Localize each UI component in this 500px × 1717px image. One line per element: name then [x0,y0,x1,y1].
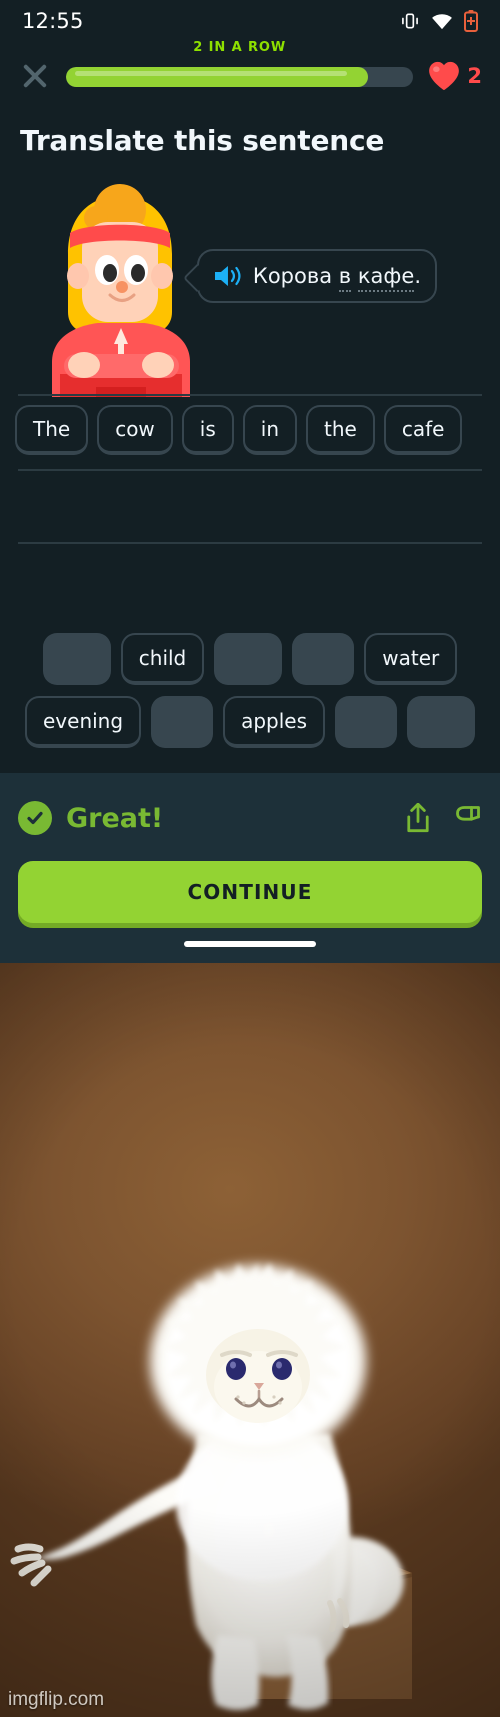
answer-line-2 [18,469,482,471]
streak-label: 2 IN A ROW [193,40,287,55]
imgflip-watermark: imgflip.com [8,1689,105,1710]
continue-button-label: CONTINUE [187,880,313,904]
hearts-count: 2 [467,64,482,88]
word-bank-tile[interactable]: evening [25,696,142,748]
answer-tile[interactable]: The [15,405,89,455]
word-bank-tile-used [214,633,283,685]
photo-vignette [0,963,500,1717]
answer-tile[interactable]: in [242,405,298,455]
feedback-footer: Great! CONTINUE [0,773,500,963]
speaker-icon[interactable] [213,263,243,289]
heart-icon [429,61,460,91]
flag-icon[interactable] [454,804,482,832]
vibrate-icon [402,13,418,29]
check-circle-icon [18,801,52,835]
word-bank-tile[interactable]: water [364,633,458,685]
word-bank-tile[interactable]: child [120,633,205,685]
battery-icon [464,10,478,32]
bubble-word-1: Корова [252,264,333,288]
check-mark-icon [27,811,43,825]
status-icons [400,10,478,32]
continue-button[interactable]: CONTINUE [18,861,482,923]
progress-bar: 2 IN A ROW [66,40,414,93]
page-title: Translate this sentence [20,124,385,157]
feedback-row: Great! [18,801,482,835]
speech-bubble[interactable]: Корова в кафе. [182,249,437,303]
progress-shine [75,71,348,76]
progress-fill [66,67,369,87]
progress-track [66,67,414,87]
footer-icons [404,803,482,833]
answer-tile[interactable]: the [306,405,375,455]
answer-tile[interactable]: cow [97,405,173,455]
meme-photo: imgflip.com [0,963,500,1717]
answer-tiles-row: The cow is in the cafe [15,405,463,455]
answer-line-1 [18,394,482,396]
word-bank-tile-used [42,633,111,685]
word-bank-row: child water [0,633,500,685]
word-bank-row: evening apples [0,696,500,748]
duolingo-character-avatar [52,184,190,397]
bubble-punctuation: . [414,264,421,288]
answer-tile[interactable]: cafe [383,405,463,455]
bubble-word-2[interactable]: в [338,264,352,292]
close-icon[interactable] [18,59,52,93]
word-bank: child water evening apples [0,633,500,759]
phone-screen: 12:55 2 IN A ROW 2 Translate this senten… [0,0,500,1717]
lesson-top-bar: 2 IN A ROW 2 [0,40,500,104]
answer-tile[interactable]: is [181,405,234,455]
character-area: Корова в кафе. [0,182,500,397]
feedback-text: Great! [66,802,164,834]
word-bank-tile-used [407,696,475,748]
home-indicator[interactable] [184,941,316,947]
answer-line-3 [18,542,482,544]
word-bank-tile-used [151,696,214,748]
share-icon[interactable] [404,803,432,833]
word-bank-tile[interactable]: apples [223,696,325,748]
hearts-indicator[interactable]: 2 [427,60,482,92]
wifi-icon [432,14,452,30]
word-bank-tile-used [292,633,355,685]
bubble-sentence: Корова в кафе. [252,264,421,292]
status-bar: 12:55 [0,0,500,42]
bubble-word-3[interactable]: кафе [357,264,415,292]
word-bank-tile-used [335,696,397,748]
status-time: 12:55 [22,9,84,33]
